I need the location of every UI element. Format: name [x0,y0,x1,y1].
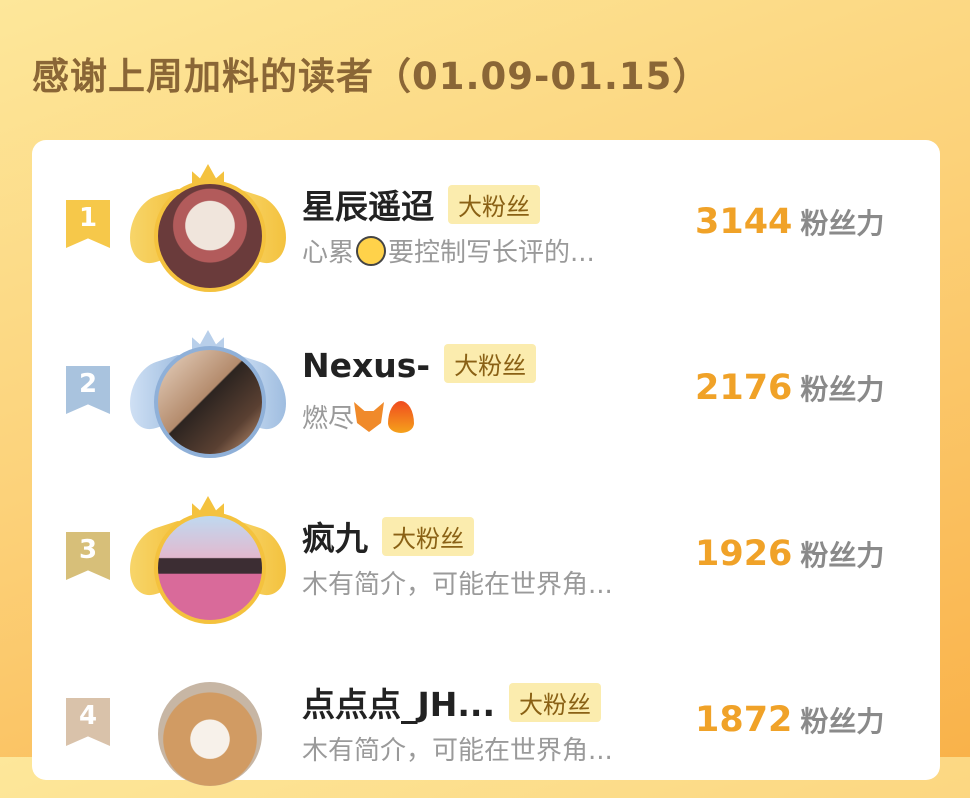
fan-power-score: 2176 粉丝力 [695,368,885,408]
avatar[interactable] [158,682,262,786]
fire-emoji-icon [388,401,415,433]
fan-level-badge: 大粉丝 [448,185,540,224]
fan-power-score: 1872 粉丝力 [695,700,885,740]
rank-badge: 3 [66,532,110,580]
reader-name[interactable]: 点点点_JH... 大粉丝 [302,678,602,726]
reader-row-1[interactable]: 1 星辰遥迢 大粉丝 心累 要控制写长评的... 3144 粉丝力 [32,140,940,292]
fan-power-score: 1926 粉丝力 [695,534,885,574]
grimacing-sweat-face-emoji-icon [356,236,387,266]
reader-ranking-card: 1 星辰遥迢 大粉丝 心累 要控制写长评的... 3144 粉丝力 2 Nexus- 大… [32,140,940,786]
reader-bio: 木有简介，可能在世界角... [302,570,613,600]
page-title: 感谢上周加料的读者（01.09-01.15） [32,55,711,98]
reader-bio: 木有简介，可能在世界角... [302,736,613,766]
fan-level-badge: 大粉丝 [509,683,602,722]
avatar[interactable] [154,512,266,624]
avatar-frame [130,492,286,632]
reader-bio: 燃尽 [302,398,415,435]
reader-bio: 心累 要控制写长评的... [302,236,595,268]
reader-name[interactable]: 疯九 大粉丝 [302,512,474,560]
reader-name[interactable]: 星辰遥迢 大粉丝 [302,180,540,228]
fox-emoji-icon [354,402,385,432]
fan-level-badge: 大粉丝 [382,517,474,556]
reader-row-2[interactable]: 2 Nexus- 大粉丝 燃尽 2176 粉丝力 [32,306,940,458]
rank-badge: 4 [66,698,110,746]
fan-level-badge: 大粉丝 [444,344,537,383]
fan-power-score: 3144 粉丝力 [695,202,885,242]
avatar-frame [130,160,286,300]
avatar-frame [130,658,286,798]
reader-row-4[interactable]: 4 点点点_JH... 大粉丝 木有简介，可能在世界角... 1872 粉丝力 [32,638,940,786]
rank-badge: 1 [66,200,110,248]
reader-name[interactable]: Nexus- 大粉丝 [302,344,537,387]
rank-badge: 2 [66,366,110,414]
avatar[interactable] [154,346,266,458]
avatar[interactable] [154,180,266,292]
avatar-frame [130,326,286,466]
reader-row-3[interactable]: 3 疯九 大粉丝 木有简介，可能在世界角... 1926 粉丝力 [32,472,940,624]
